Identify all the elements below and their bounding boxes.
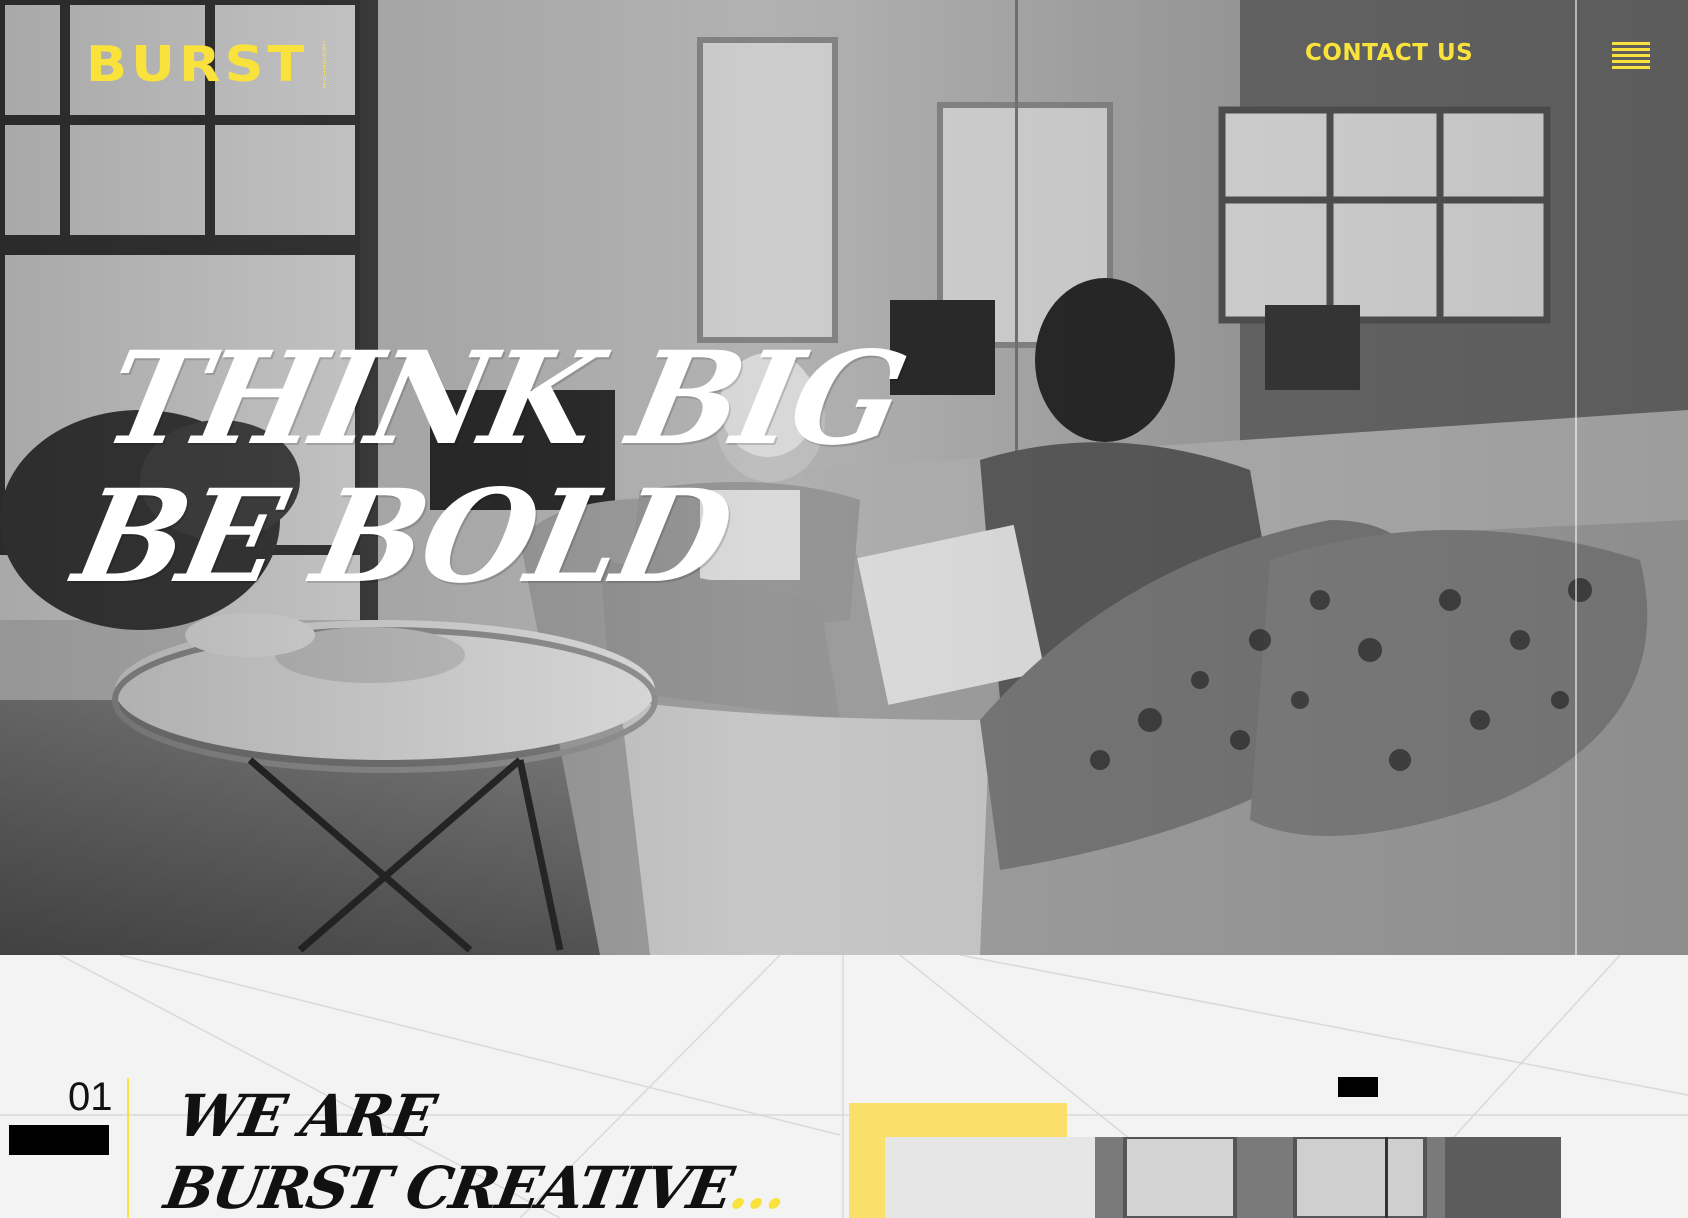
hero-vertical-line [1575, 0, 1577, 955]
hero-headline: THINK BIG BE BOLD [63, 324, 915, 612]
black-accent-tag [1338, 1077, 1378, 1097]
hamburger-icon[interactable] [1612, 42, 1650, 70]
logo-wordmark: BURST [86, 36, 309, 93]
intro-title-line-2: BURST CREATIVE [159, 1154, 737, 1218]
intro-title-dots: ... [724, 1154, 792, 1218]
headline-line-2: BE BOLD [63, 462, 741, 612]
logo-sub-letter: E [322, 82, 327, 90]
intro-title: WE ARE BURST CREATIVE... [159, 1080, 804, 1218]
hero-section: BURST C R E A T I V E CONTACT US THINK B… [0, 0, 1688, 955]
office-photo [885, 1137, 1561, 1218]
logo-subtitle: C R E A T I V E [322, 41, 327, 90]
yellow-divider [127, 1078, 129, 1218]
section-number: 01 [68, 1075, 113, 1119]
brand-logo[interactable]: BURST C R E A T I V E [86, 38, 327, 92]
headline-line-1: THINK BIG [92, 324, 915, 474]
contact-us-link[interactable]: CONTACT US [1305, 40, 1473, 66]
intro-title-line-1: WE ARE [172, 1082, 440, 1150]
section-number-bar [9, 1125, 109, 1155]
